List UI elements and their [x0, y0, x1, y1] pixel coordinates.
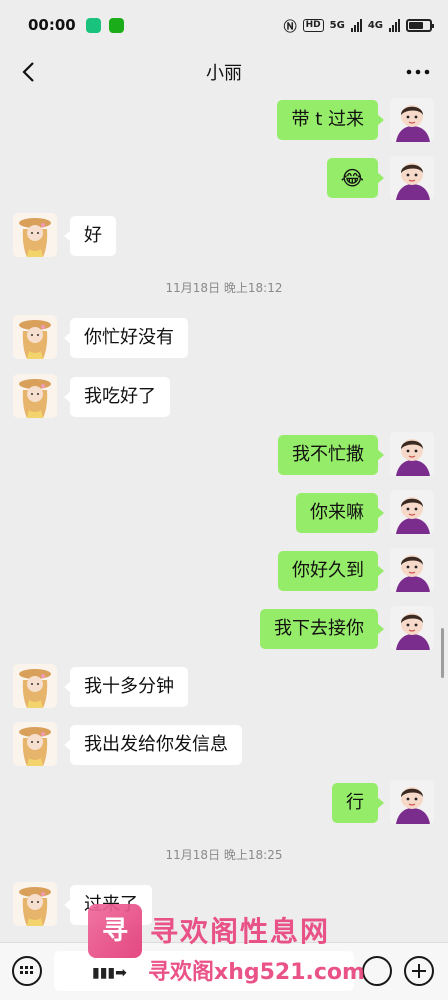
message-timestamp: 11月18日 晚上18:25 [165, 848, 283, 862]
message-row-sent: 你来嘛 [0, 490, 448, 536]
message-row-sent: 带 t 过来 [0, 98, 448, 144]
message-bubble-sent[interactable]: 我下去接你 [260, 609, 384, 649]
message-input[interactable] [54, 951, 354, 991]
signal-icon [389, 18, 400, 32]
hd-icon: HD [302, 18, 324, 32]
message-row-sent: 我不忙撒 [0, 432, 448, 478]
my-avatar[interactable] [390, 98, 434, 142]
nfc-icon: Ⓝ [283, 19, 297, 35]
input-bar [0, 942, 448, 1000]
message-timestamp: 11月18日 晚上18:12 [165, 281, 283, 295]
message-bubble-received[interactable]: 我十多分钟 [64, 667, 188, 707]
message-row-sent: 行 [0, 780, 448, 826]
message-row-received: 我吃好了 [0, 374, 448, 420]
network-4g-label: 4G [367, 19, 383, 31]
back-arrow-icon[interactable] [14, 58, 42, 86]
app-notification-icon [85, 17, 101, 33]
my-avatar[interactable] [390, 548, 434, 592]
message-row-received: 我十多分钟 [0, 664, 448, 710]
message-bubble-sent[interactable]: 带 t 过来 [277, 100, 384, 140]
chat-title: 小丽 [206, 63, 242, 84]
message-row-received: 你忙好没有 [0, 315, 448, 361]
message-bubble-received[interactable]: 过来了 [64, 885, 152, 925]
my-avatar[interactable] [390, 606, 434, 650]
status-indicators: Ⓝ HD 5G 4G [283, 16, 434, 35]
status-time: 00:00 [28, 16, 76, 34]
message-row-sent: 我下去接你 [0, 606, 448, 652]
contact-avatar[interactable] [13, 722, 57, 766]
message-bubble-received[interactable]: 你忙好没有 [64, 318, 188, 358]
message-bubble-sent[interactable]: 😂 [326, 158, 385, 198]
more-functions-button[interactable] [404, 956, 434, 986]
message-bubble-received[interactable]: 好 [64, 216, 116, 256]
message-row-received: 过来了 [0, 882, 448, 928]
my-avatar[interactable] [390, 490, 434, 534]
battery-icon [406, 18, 434, 32]
contact-avatar[interactable] [13, 213, 57, 257]
my-avatar[interactable] [390, 156, 434, 200]
status-bar: 00:00 Ⓝ HD 5G 4G [0, 0, 448, 50]
contact-avatar[interactable] [13, 374, 57, 418]
signal-icon [350, 18, 362, 32]
plus-icon [412, 964, 426, 978]
message-bubble-sent[interactable]: 你好久到 [278, 551, 384, 591]
contact-avatar[interactable] [13, 882, 57, 926]
message-bubble-sent[interactable]: 我不忙撒 [278, 435, 384, 475]
more-options-icon[interactable] [404, 58, 432, 86]
message-row-sent: 你好久到 [0, 548, 448, 594]
scrollbar[interactable] [441, 628, 444, 678]
message-bubble-received[interactable]: 我出发给你发信息 [64, 725, 242, 765]
voice-input-button[interactable] [12, 956, 42, 986]
my-avatar[interactable] [390, 780, 434, 824]
chat-header: 小丽 [0, 50, 448, 94]
message-row-received: 好 [0, 213, 448, 259]
message-row-sent: 😂 [0, 156, 448, 202]
message-row-received: 我出发给你发信息 [0, 722, 448, 768]
contact-avatar[interactable] [13, 664, 57, 708]
keyboard-icon [20, 966, 33, 974]
app-notification-icon [108, 17, 124, 33]
contact-avatar[interactable] [13, 315, 57, 359]
message-bubble-received[interactable]: 我吃好了 [64, 377, 170, 417]
my-avatar[interactable] [390, 432, 434, 476]
network-5g-label: 5G [329, 19, 345, 31]
message-bubble-sent[interactable]: 你来嘛 [296, 493, 384, 533]
message-bubble-sent[interactable]: 行 [332, 783, 384, 823]
emoji-button[interactable] [362, 956, 392, 986]
